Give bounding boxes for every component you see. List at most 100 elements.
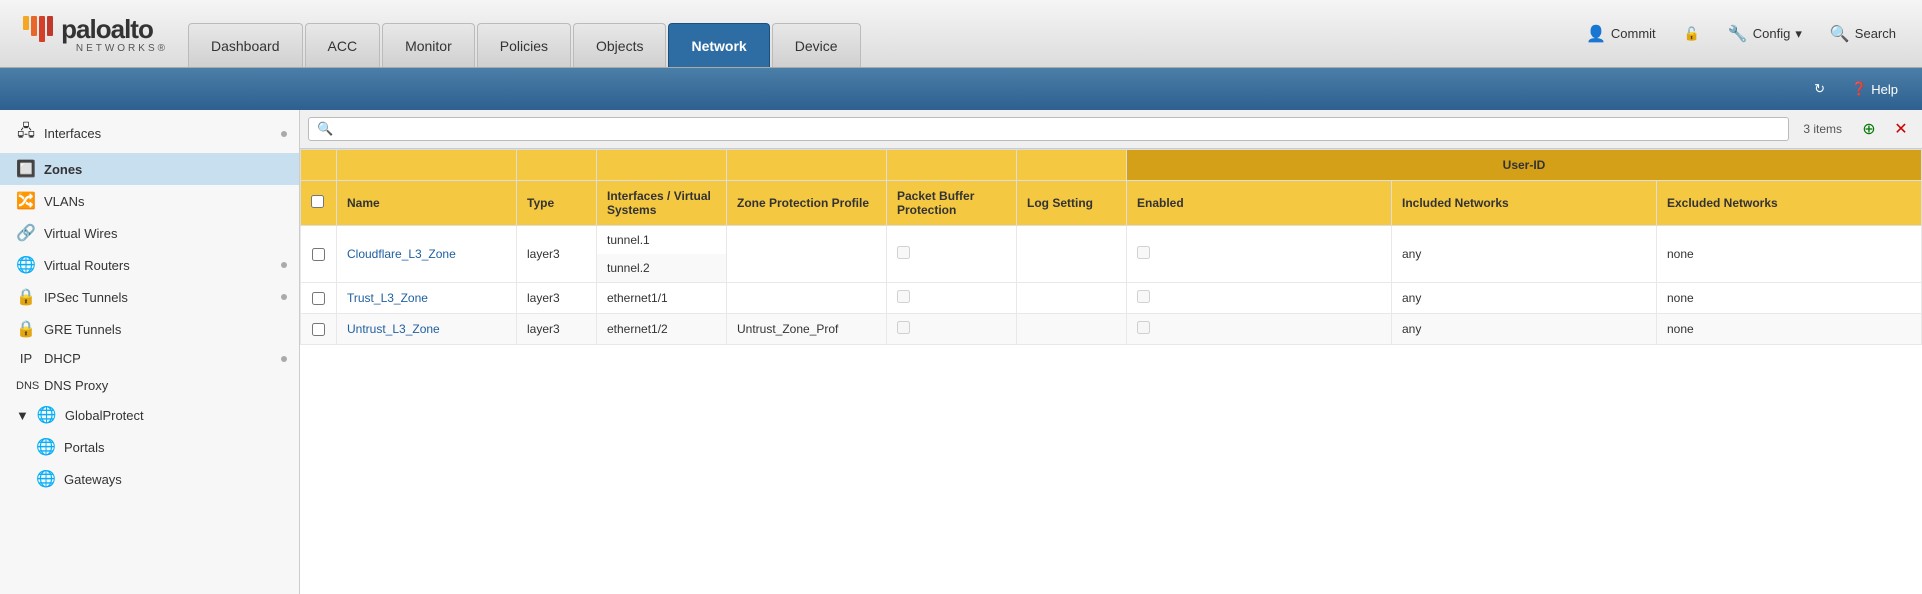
row3-enabled-cell (1127, 314, 1392, 345)
sidebar-item-dhcp[interactable]: IP DHCP (0, 345, 299, 372)
sidebar-item-vlans[interactable]: 🔀 VLANs (0, 185, 299, 217)
add-button[interactable]: ⊕ (1856, 116, 1882, 142)
search-icon: 🔍 (1830, 24, 1850, 44)
tab-network[interactable]: Network (668, 23, 769, 67)
logo-networks: NETWORKS® (76, 43, 168, 54)
tab-objects[interactable]: Objects (573, 23, 666, 67)
tab-acc[interactable]: ACC (305, 23, 381, 67)
vlans-icon: 🔀 (16, 191, 36, 211)
row2-enabled-checkbox (1137, 290, 1150, 303)
row1-name-cell[interactable]: Cloudflare_L3_Zone (337, 226, 517, 283)
sidebar-item-interfaces[interactable]: 🖧 Interfaces (0, 114, 299, 153)
th-log-setting-label: Log Setting (1017, 181, 1127, 226)
commit-button[interactable]: 👤 Commit (1578, 20, 1664, 48)
column-header-row: Name Type Interfaces / Virtual Systems Z… (301, 181, 1922, 226)
row3-interface-cell: ethernet1/2 (597, 314, 727, 345)
row2-name-cell[interactable]: Trust_L3_Zone (337, 283, 517, 314)
row3-excluded-cell: none (1657, 314, 1922, 345)
top-actions: 👤 Commit 🔓 🔧 Config ▾ 🔍 Search (1578, 20, 1914, 48)
row2-included-cell: any (1392, 283, 1657, 314)
sidebar-item-label-virtual-routers: Virtual Routers (44, 258, 273, 273)
th-packet-buffer-label: Packet Buffer Protection (887, 181, 1017, 226)
th-interfaces (597, 150, 727, 181)
gateways-icon: 🌐 (36, 469, 56, 489)
tab-policies[interactable]: Policies (477, 23, 571, 67)
row1-excluded-cell: none (1657, 226, 1922, 283)
sidebar-dot-interfaces (281, 131, 287, 137)
row3-packet-buf-checkbox (897, 321, 910, 334)
th-zone-protection-label: Zone Protection Profile (727, 181, 887, 226)
row-checkbox-cell (301, 226, 337, 283)
row1-interface1-cell: tunnel.1 (597, 226, 727, 255)
search-box[interactable]: 🔍 (308, 117, 1789, 141)
sidebar-item-label-gateways: Gateways (64, 472, 287, 487)
sidebar-dot-virtual-routers (281, 262, 287, 268)
ipsec-tunnels-icon: 🔒 (16, 287, 36, 307)
th-checkbox (301, 150, 337, 181)
row1-log-setting-cell (1017, 226, 1127, 283)
logo: paloalto NETWORKS® (8, 14, 168, 54)
th-zone-protection (727, 150, 887, 181)
sidebar-item-label-ipsec-tunnels: IPSec Tunnels (44, 290, 273, 305)
zones-table: User-ID Name Type Interfaces / Virtual S… (300, 149, 1922, 345)
sidebar-item-zones[interactable]: 🔲 Zones (0, 153, 299, 185)
row3-type-cell: layer3 (517, 314, 597, 345)
user-id-header-row: User-ID (301, 150, 1922, 181)
toolbar: 🔍 3 items ⊕ ✕ (300, 110, 1922, 149)
sidebar-item-label-vlans: VLANs (44, 194, 287, 209)
th-row-checkbox (301, 181, 337, 226)
row2-packet-buf-checkbox (897, 290, 910, 303)
config-icon: 🔧 (1728, 24, 1748, 44)
row1-interface2-cell: tunnel.2 (597, 254, 727, 283)
sidebar-item-dns-proxy[interactable]: DNS DNS Proxy (0, 372, 299, 399)
search-input[interactable] (339, 122, 1780, 137)
tab-monitor[interactable]: Monitor (382, 23, 475, 67)
config-button[interactable]: 🔧 Config ▾ (1720, 20, 1810, 48)
interfaces-icon: 🖧 (16, 120, 36, 147)
select-all-checkbox[interactable] (311, 195, 324, 208)
delete-icon: ✕ (1894, 119, 1907, 139)
search-button[interactable]: 🔍 Search (1822, 20, 1904, 48)
sidebar-item-globalprotect[interactable]: 🌐 GlobalProtect (0, 399, 299, 431)
dns-proxy-icon: DNS (16, 380, 36, 392)
sidebar-dot-ipsec-tunnels (281, 294, 287, 300)
logo-text: paloalto (61, 14, 153, 45)
sidebar-item-portals[interactable]: 🌐 Portals (0, 431, 299, 463)
sidebar-dot-dhcp (281, 356, 287, 362)
row3-enabled-checkbox (1137, 321, 1150, 334)
sidebar-item-gre-tunnels[interactable]: 🔒 GRE Tunnels (0, 313, 299, 345)
lock-icon: 🔓 (1684, 26, 1700, 42)
logo-bars-icon (23, 16, 53, 42)
commit-label: Commit (1611, 26, 1656, 41)
nav-tabs: Dashboard ACC Monitor Policies Objects N… (188, 0, 1578, 67)
tab-dashboard[interactable]: Dashboard (188, 23, 303, 67)
tab-device[interactable]: Device (772, 23, 861, 67)
row3-name-cell[interactable]: Untrust_L3_Zone (337, 314, 517, 345)
row1-zone-prot-cell (727, 226, 887, 283)
refresh-button[interactable]: ↻ (1806, 78, 1833, 100)
help-button[interactable]: ❓ Help (1843, 78, 1906, 100)
row2-enabled-cell (1127, 283, 1392, 314)
sidebar-item-label-dns-proxy: DNS Proxy (44, 378, 287, 393)
virtual-routers-icon: 🌐 (16, 255, 36, 275)
sidebar-item-virtual-routers[interactable]: 🌐 Virtual Routers (0, 249, 299, 281)
sidebar-item-virtual-wires[interactable]: 🔗 Virtual Wires (0, 217, 299, 249)
globalprotect-icon: 🌐 (37, 405, 57, 425)
row1-packet-buf-checkbox (897, 246, 910, 259)
th-packet-buffer (887, 150, 1017, 181)
lock-icon-button[interactable]: 🔓 (1676, 22, 1708, 46)
top-navigation-bar: paloalto NETWORKS® Dashboard ACC Monitor… (0, 0, 1922, 68)
sidebar-item-gateways[interactable]: 🌐 Gateways (0, 463, 299, 495)
row1-checkbox[interactable] (312, 248, 325, 261)
row3-log-setting-cell (1017, 314, 1127, 345)
sidebar-item-ipsec-tunnels[interactable]: 🔒 IPSec Tunnels (0, 281, 299, 313)
row3-packet-buf-cell (887, 314, 1017, 345)
search-icon-toolbar: 🔍 (317, 121, 333, 137)
gre-tunnels-icon: 🔒 (16, 319, 36, 339)
th-type-label: Type (517, 181, 597, 226)
content-area: 🔍 3 items ⊕ ✕ (300, 110, 1922, 594)
sub-header: ↻ ❓ Help (0, 68, 1922, 110)
row2-checkbox[interactable] (312, 292, 325, 305)
row3-checkbox[interactable] (312, 323, 325, 336)
delete-button[interactable]: ✕ (1888, 116, 1914, 142)
